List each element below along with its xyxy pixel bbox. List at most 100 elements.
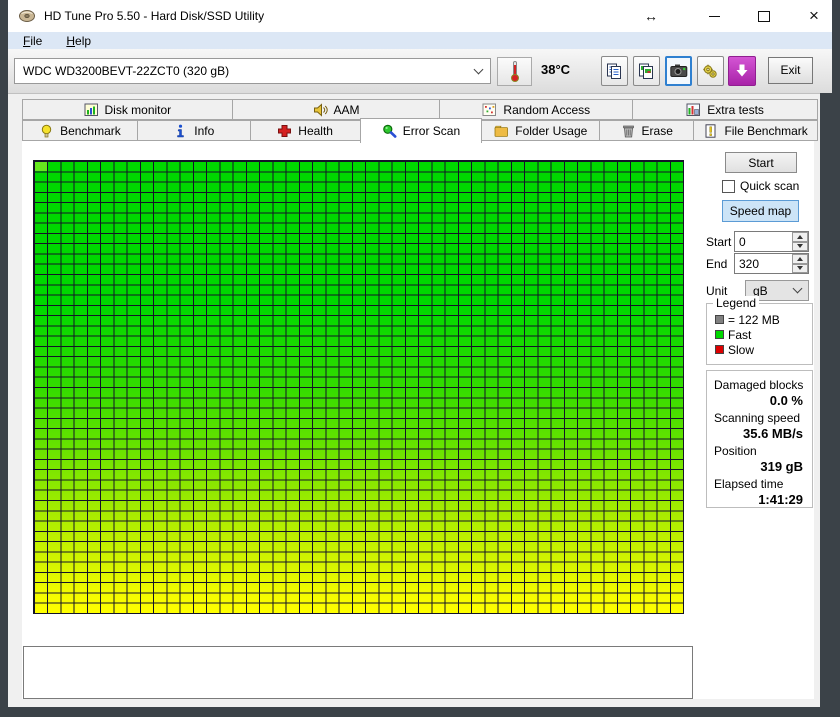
tab-random-access[interactable]: Random Access <box>439 99 634 120</box>
stat-label: Elapsed time <box>714 477 784 491</box>
minimize-icon <box>708 16 720 18</box>
update-button[interactable] <box>728 56 756 86</box>
start-button-label: Start <box>748 155 774 170</box>
options-gears-icon <box>703 64 717 78</box>
stat-position: Position 319 gB <box>714 444 807 474</box>
start-field <box>734 231 809 252</box>
legend-item-label: Fast <box>728 327 752 342</box>
legend-item-block: = 122 MB <box>715 312 812 327</box>
tab-erase[interactable]: Erase <box>599 120 695 141</box>
spin-up-button[interactable] <box>792 254 808 264</box>
exit-button[interactable]: Exit <box>768 57 813 84</box>
menu-help[interactable]: Help <box>66 34 91 48</box>
chevron-down-icon <box>473 64 484 74</box>
arrow-up-icon <box>797 256 803 261</box>
tab-extra-tests[interactable]: Extra tests <box>632 99 818 120</box>
copy-image-button[interactable] <box>633 56 660 86</box>
tab-info[interactable]: Info <box>136 120 251 141</box>
legend-title: Legend <box>713 296 760 310</box>
stat-elapsed-time: Elapsed time 1:41:29 <box>714 477 807 507</box>
tab-health[interactable]: Health <box>249 120 361 141</box>
start-field-input[interactable] <box>735 232 793 251</box>
lightbulb-icon <box>41 124 52 137</box>
speed-map-button-label: Speed map <box>729 204 792 218</box>
window-title: HD Tune Pro 5.50 - Hard Disk/SSD Utility <box>44 9 265 23</box>
chevron-down-icon <box>792 283 803 294</box>
tab-error-scan[interactable]: Error Scan <box>359 118 483 143</box>
tab-benchmark[interactable]: Benchmark <box>22 120 138 141</box>
quick-scan-checkbox[interactable] <box>722 179 735 193</box>
spin-down-button[interactable] <box>792 263 808 273</box>
tab-label: Extra tests <box>707 102 764 117</box>
extra-tests-icon <box>686 103 701 116</box>
maximize-icon <box>758 11 770 23</box>
current-block-marker <box>35 162 47 171</box>
download-update-icon <box>736 64 748 77</box>
stat-label: Damaged blocks <box>714 378 804 392</box>
red-swatch-icon <box>715 345 724 354</box>
resize-arrows-icon[interactable]: ↔ <box>640 0 662 32</box>
exit-button-label: Exit <box>780 63 801 77</box>
scan-map <box>33 160 684 614</box>
spin-up-button[interactable] <box>792 232 808 242</box>
close-button[interactable]: × <box>803 0 825 32</box>
unit-dropdown-value: gB <box>753 283 768 298</box>
legend-item-label: = 122 MB <box>728 312 780 327</box>
scan-output-box <box>23 646 693 699</box>
desktop-background <box>820 93 832 707</box>
hard-disk-icon <box>19 10 35 22</box>
quick-scan-label: Quick scan <box>740 179 800 193</box>
disk-monitor-icon <box>84 103 98 116</box>
start-button[interactable]: Start <box>725 152 797 173</box>
menu-bar: File Help <box>8 32 832 49</box>
screenshot-camera-button[interactable] <box>665 56 692 86</box>
copy-text-icon <box>607 63 621 79</box>
tab-strip: Disk monitor AAM Random Access Extra tes… <box>22 99 818 143</box>
app-window: HD Tune Pro 5.50 - Hard Disk/SSD Utility… <box>8 0 832 707</box>
tab-label: Error Scan <box>402 124 461 138</box>
arrow-down-icon <box>797 266 803 271</box>
copy-text-button[interactable] <box>601 56 628 86</box>
spin-down-button[interactable] <box>792 241 808 251</box>
speed-map-button[interactable]: Speed map <box>722 200 799 222</box>
maximize-button[interactable] <box>754 0 774 32</box>
legend-item-fast: Fast <box>715 327 812 342</box>
tab-disk-monitor[interactable]: Disk monitor <box>22 99 233 120</box>
stat-value: 1:41:29 <box>758 492 803 507</box>
temperature-button[interactable] <box>497 57 532 86</box>
stat-value: 35.6 MB/s <box>743 426 803 441</box>
tab-label: Health <box>298 123 333 138</box>
drive-selector[interactable]: WDC WD3200BEVT-22ZCT0 (320 gB) <box>14 58 491 84</box>
minimize-button[interactable] <box>704 0 724 32</box>
folder-icon <box>494 125 509 137</box>
end-field <box>734 253 809 274</box>
scan-stats-box: Damaged blocks 0.0 % Scanning speed 35.6… <box>706 370 813 508</box>
tab-file-benchmark[interactable]: File Benchmark <box>693 120 818 141</box>
tab-aam[interactable]: AAM <box>231 99 441 120</box>
quick-scan-row: Quick scan <box>722 179 799 193</box>
tab-folder-usage[interactable]: Folder Usage <box>481 120 601 141</box>
tab-row-1: Disk monitor AAM Random Access Extra tes… <box>22 99 818 120</box>
magnifier-icon <box>382 124 397 138</box>
tab-label: AAM <box>333 102 360 117</box>
trash-icon <box>622 125 634 137</box>
tab-label: File Benchmark <box>724 123 808 138</box>
menu-file[interactable]: File <box>23 34 42 48</box>
camera-icon <box>669 64 687 77</box>
temperature-value: 38°C <box>541 62 571 77</box>
tab-label: Folder Usage <box>515 123 588 138</box>
stat-scanning-speed: Scanning speed 35.6 MB/s <box>714 411 807 441</box>
speaker-icon <box>313 102 328 117</box>
legend-box: Legend = 122 MB Fast Slow <box>706 296 813 365</box>
desktop: { "window": { "title": "HD Tune Pro 5.50… <box>0 0 840 717</box>
start-field-spinner <box>792 232 808 251</box>
copy-image-icon <box>639 63 653 79</box>
end-field-input[interactable] <box>735 254 793 273</box>
random-access-icon <box>482 103 497 116</box>
end-field-spinner <box>792 254 808 273</box>
title-bar[interactable]: HD Tune Pro 5.50 - Hard Disk/SSD Utility… <box>8 0 832 32</box>
arrow-up-icon <box>797 234 803 239</box>
options-button[interactable] <box>697 56 724 86</box>
drive-selector-value: WDC WD3200BEVT-22ZCT0 (320 gB) <box>23 64 230 78</box>
tab-label: Disk monitor <box>104 102 172 117</box>
